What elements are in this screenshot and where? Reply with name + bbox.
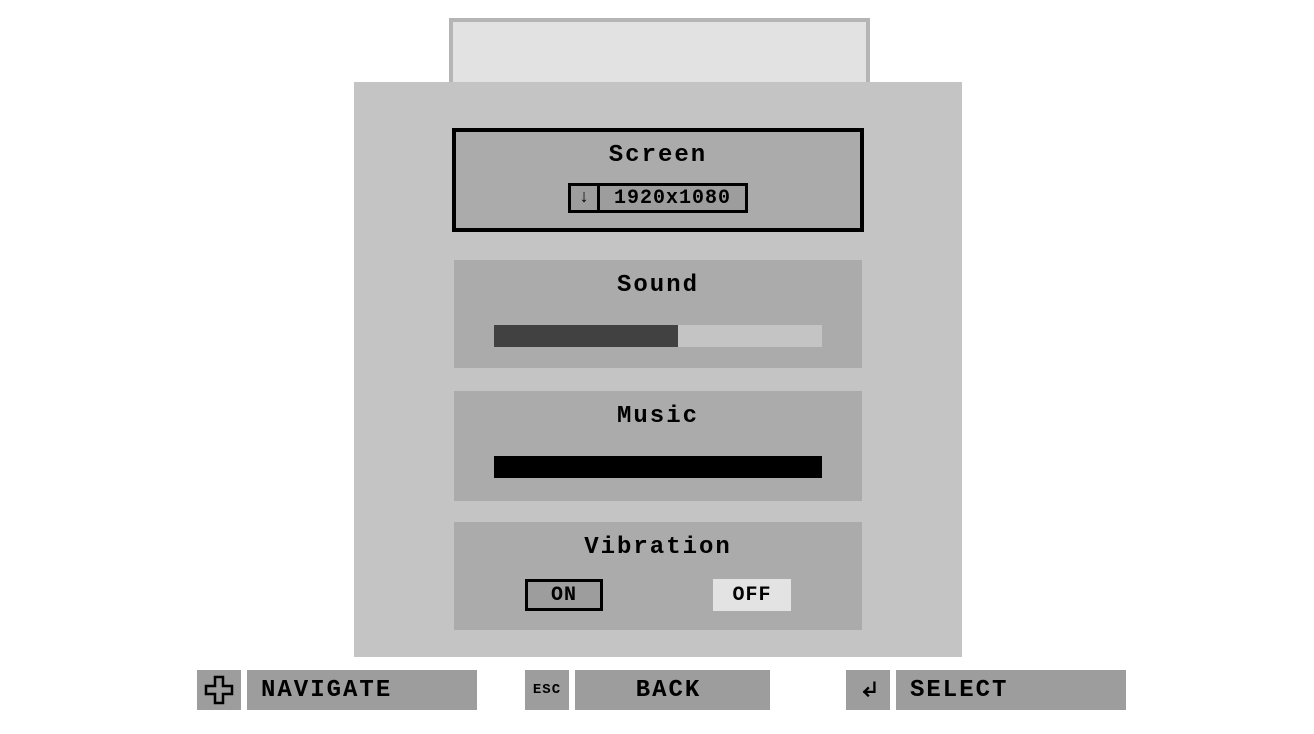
resolution-down-icon[interactable]: ↓: [568, 183, 600, 213]
vibration-off-button[interactable]: OFF: [713, 579, 791, 611]
sound-slider[interactable]: [494, 325, 822, 347]
music-slider-fill: [494, 456, 822, 478]
tab-header: [449, 18, 870, 86]
vibration-on-button[interactable]: ON: [525, 579, 603, 611]
hint-navigate-label: NAVIGATE: [247, 670, 477, 710]
hint-back: ESC BACK: [525, 670, 770, 710]
resolution-selector[interactable]: ↓ 1920x1080: [454, 183, 862, 213]
settings-panel: Screen ↓ 1920x1080 Sound Music Vibration…: [354, 82, 962, 657]
enter-key-icon: [846, 670, 890, 710]
hint-select: SELECT: [846, 670, 1126, 710]
vibration-section[interactable]: Vibration ON OFF: [454, 522, 862, 630]
music-title: Music: [454, 391, 862, 430]
hint-back-label: BACK: [575, 670, 770, 710]
resolution-value: 1920x1080: [600, 183, 748, 213]
dpad-icon: [197, 670, 241, 710]
sound-slider-fill: [494, 325, 678, 347]
screen-section[interactable]: Screen ↓ 1920x1080: [454, 130, 862, 230]
sound-section[interactable]: Sound: [454, 260, 862, 368]
sound-title: Sound: [454, 260, 862, 299]
esc-key-icon: ESC: [525, 670, 569, 710]
music-section[interactable]: Music: [454, 391, 862, 501]
vibration-title: Vibration: [454, 522, 862, 561]
music-slider[interactable]: [494, 456, 822, 478]
hint-select-label: SELECT: [896, 670, 1126, 710]
hint-navigate: NAVIGATE: [197, 670, 477, 710]
screen-title: Screen: [454, 130, 862, 169]
